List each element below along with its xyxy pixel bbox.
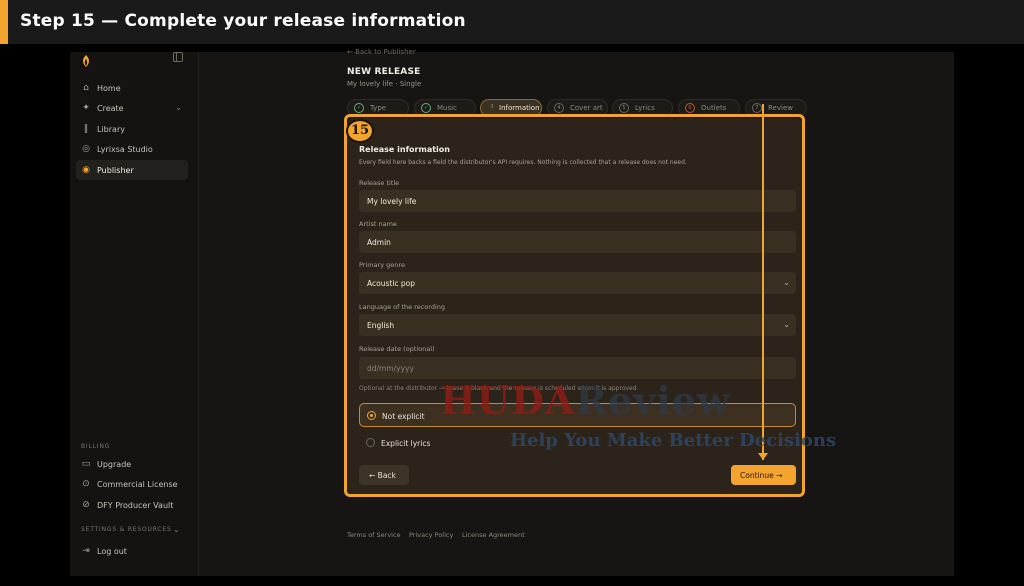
collapse-sidebar-icon[interactable] <box>173 52 183 62</box>
sidebar-item-label: Library <box>97 125 125 134</box>
library-icon: ‖ <box>83 124 89 134</box>
banner-accent <box>0 0 8 44</box>
step-number: 3 <box>490 104 494 110</box>
footer-license-link[interactable]: License Agreement <box>462 531 525 539</box>
logout-icon: ⇥ <box>82 546 90 556</box>
page-title: NEW RELEASE <box>347 67 421 77</box>
sidebar-item-create[interactable]: ✦ Create ⌄ <box>76 98 188 118</box>
pointer-arrow-icon <box>758 453 768 460</box>
step-label: Cover art <box>570 104 603 112</box>
check-circle-icon: ⊙ <box>82 479 90 489</box>
sidebar-item-commercial-license[interactable]: ⊙ Commercial License <box>76 474 188 494</box>
sidebar-item-studio[interactable]: ◎ Lyrixsa Studio <box>76 139 188 159</box>
sidebar-item-dfy-vault[interactable]: ⊘ DFY Producer Vault <box>76 495 188 515</box>
studio-icon: ◎ <box>82 144 90 154</box>
step-number: 5 <box>619 103 629 113</box>
watermark-brand-b: Review <box>575 378 731 423</box>
watermark-brand: HUDAReview <box>440 378 731 423</box>
step-label: Information <box>499 104 540 112</box>
logo-icon[interactable] <box>80 54 92 68</box>
back-to-publisher-link[interactable]: ← Back to Publisher <box>347 48 416 56</box>
step-label: Lyrics <box>635 104 655 112</box>
watermark-brand-a: HUDA <box>440 378 576 423</box>
sidebar-item-label: Create <box>97 104 124 113</box>
vault-icon: ⊘ <box>82 500 90 510</box>
settings-resources-toggle[interactable]: SETTINGS & RESOURCES ⌄ <box>81 525 180 534</box>
footer-privacy-link[interactable]: Privacy Policy <box>409 531 453 539</box>
sidebar-item-library[interactable]: ‖ Library <box>76 119 188 139</box>
step-number: 7 <box>752 103 762 113</box>
sidebar-item-publisher[interactable]: ◉ Publisher <box>76 160 188 180</box>
sparkle-icon: ✦ <box>82 103 90 113</box>
broadcast-icon: ◉ <box>82 165 90 175</box>
step-number: 4 <box>554 103 564 113</box>
check-icon: ✓ <box>421 103 431 113</box>
page-subtitle: My lovely life · Single <box>347 80 422 88</box>
sidebar: ⌂ Home ✦ Create ⌄ ‖ Library ◎ Lyrixsa St… <box>70 52 199 576</box>
chevron-down-icon: ⌄ <box>175 103 182 112</box>
sidebar-item-home[interactable]: ⌂ Home <box>76 78 188 98</box>
sidebar-item-label: Lyrixsa Studio <box>97 145 153 154</box>
check-icon: ✓ <box>354 103 364 113</box>
step-number: 6 <box>685 103 695 113</box>
step-badge: 15 <box>346 119 374 143</box>
banner-title: Step 15 — Complete your release informat… <box>20 11 466 31</box>
sidebar-item-upgrade[interactable]: ▭ Upgrade <box>76 454 188 474</box>
sidebar-item-label: Home <box>97 84 121 93</box>
sidebar-item-label: Commercial License <box>97 480 178 489</box>
tutorial-banner: Step 15 — Complete your release informat… <box>0 0 1024 44</box>
step-label: Music <box>437 104 457 112</box>
sidebar-item-label: DFY Producer Vault <box>97 501 174 510</box>
step-label: Type <box>370 104 387 112</box>
step-label: Outlets <box>701 104 727 112</box>
billing-heading: BILLING <box>81 443 111 450</box>
pointer-line <box>762 104 764 460</box>
logout-button[interactable]: ⇥ Log out <box>76 541 188 561</box>
settings-heading: SETTINGS & RESOURCES <box>81 526 172 533</box>
home-icon: ⌂ <box>83 83 89 93</box>
chevron-down-icon: ⌄ <box>173 525 181 534</box>
card-icon: ▭ <box>81 459 91 469</box>
footer-terms-link[interactable]: Terms of Service <box>347 531 401 539</box>
step-label: Review <box>768 104 793 112</box>
sidebar-item-label: Publisher <box>97 166 134 175</box>
sidebar-item-label: Upgrade <box>97 460 132 469</box>
watermark-tagline: Help You Make Better Decisions <box>510 430 837 451</box>
logout-label: Log out <box>97 547 127 556</box>
